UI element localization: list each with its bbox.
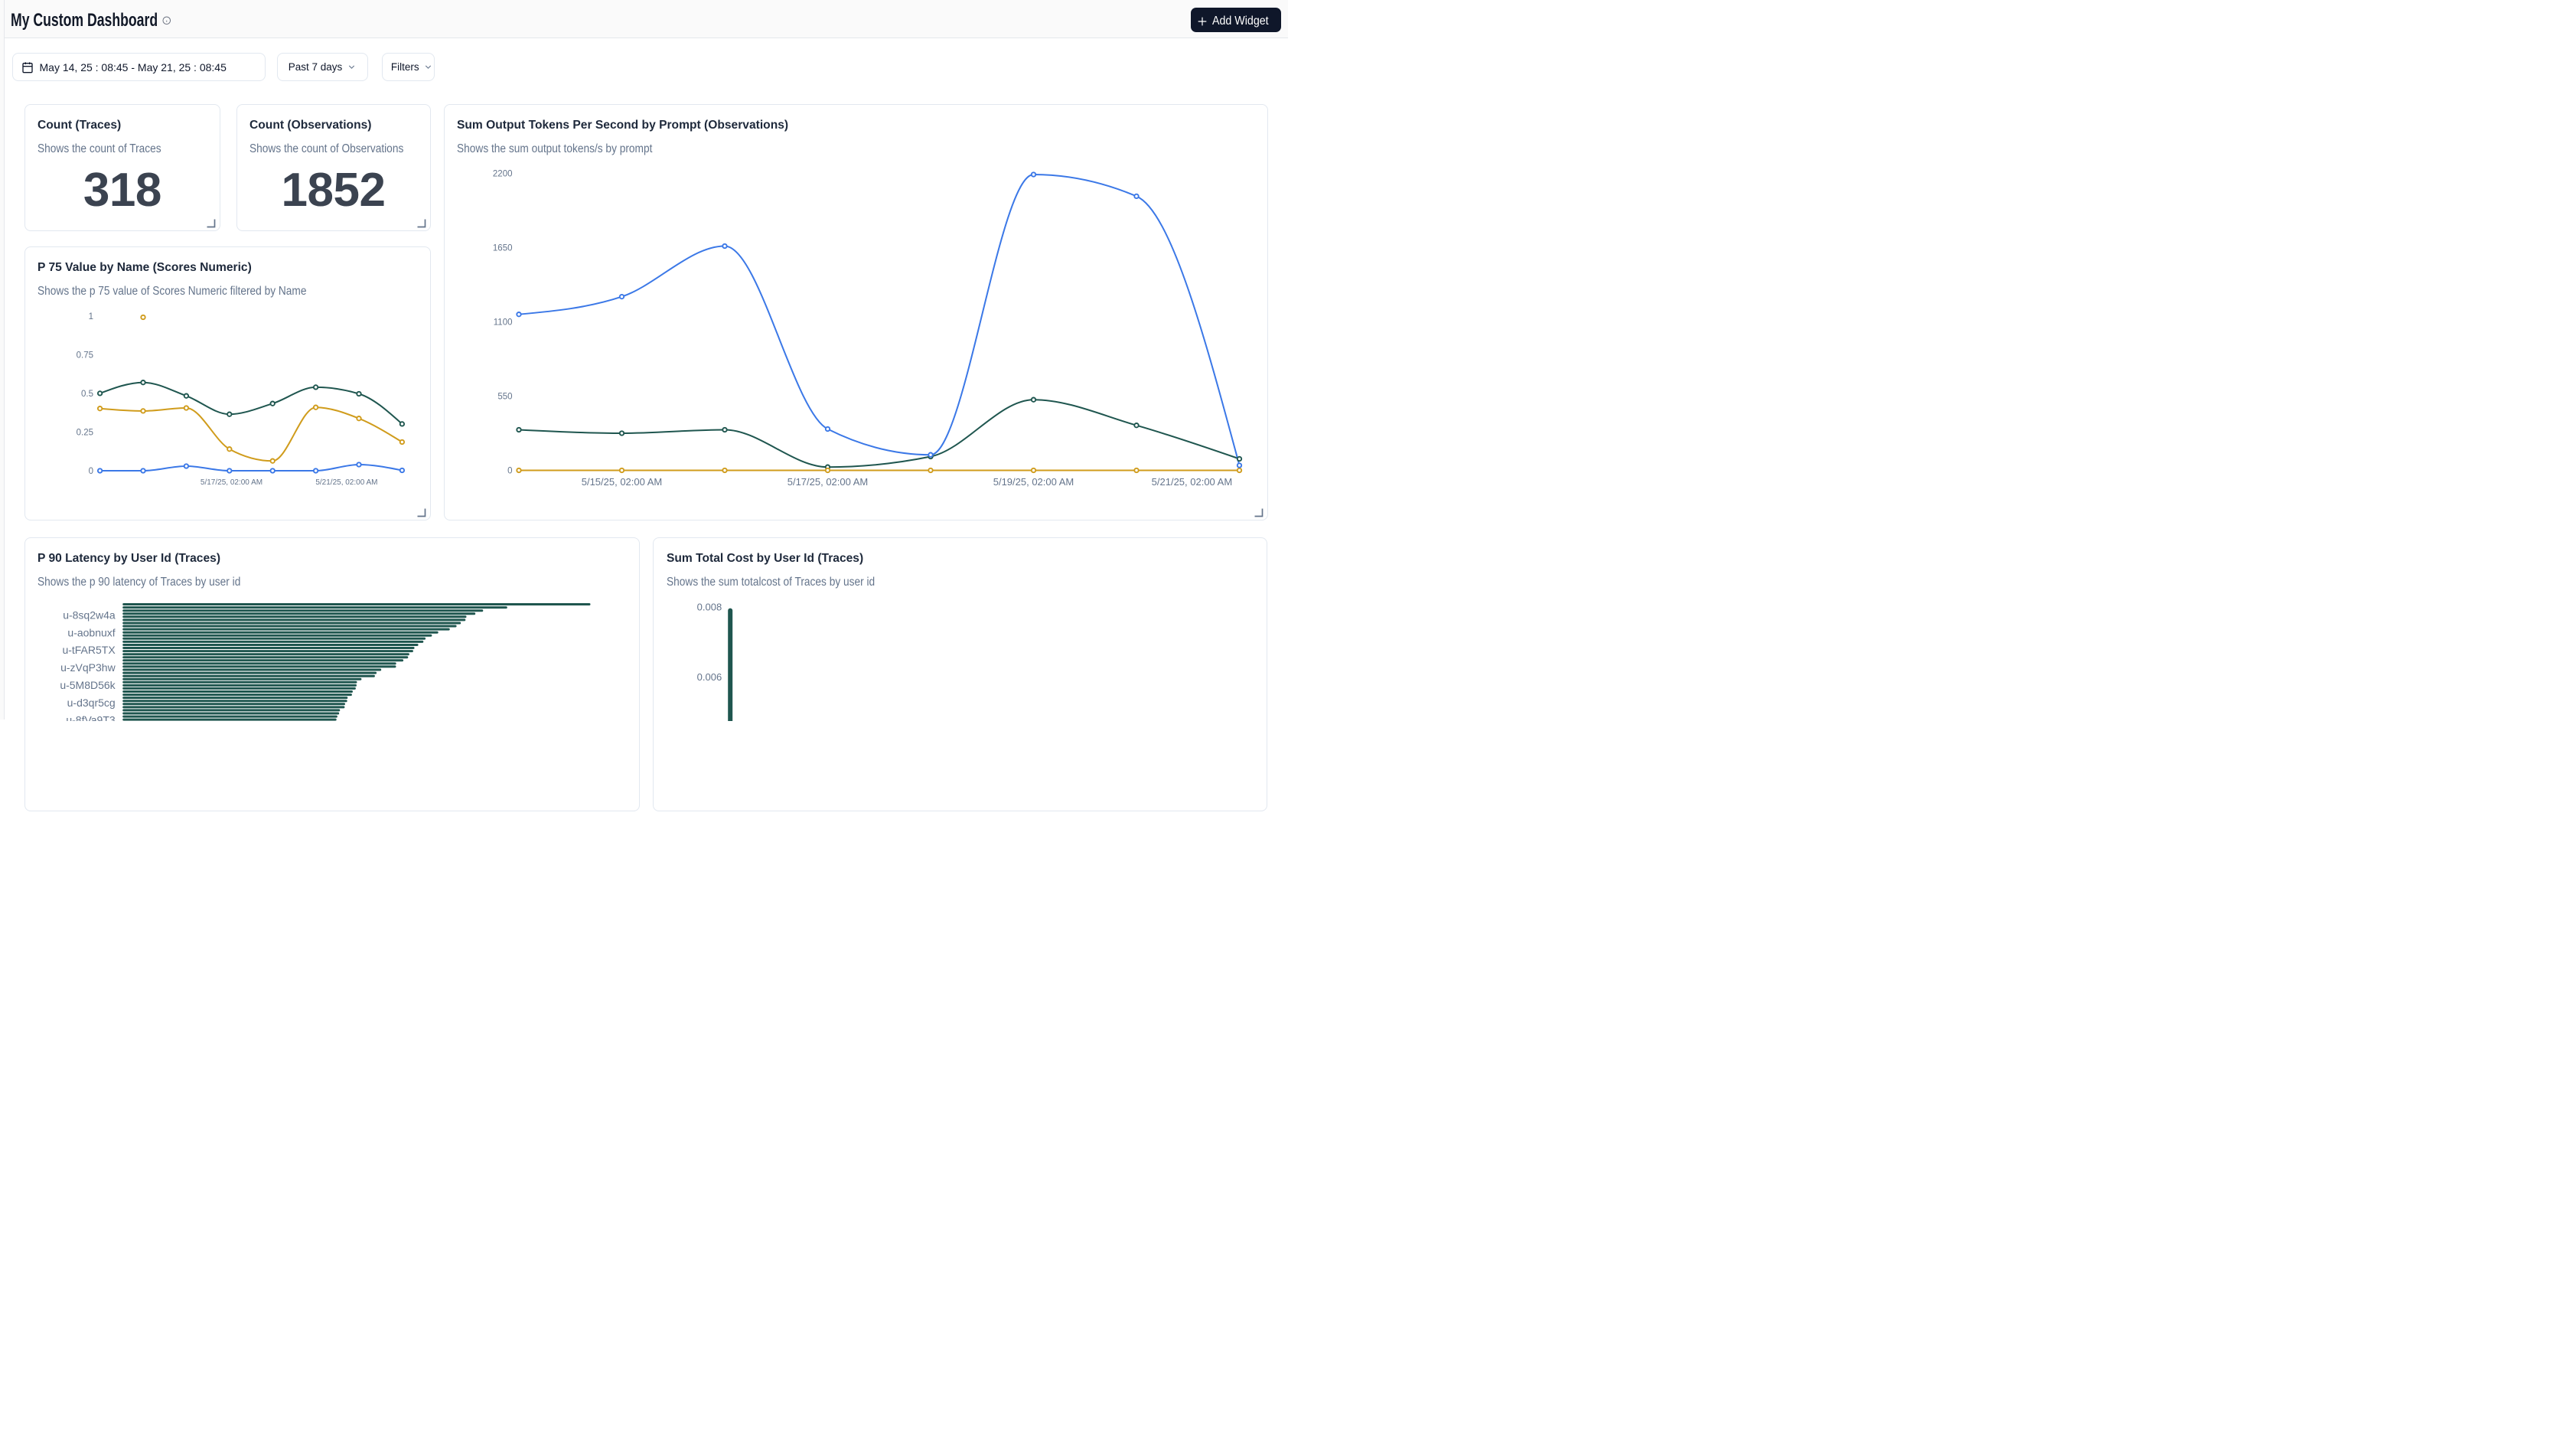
- svg-text:1100: 1100: [493, 318, 512, 327]
- svg-text:5/21/25, 02:00 AM: 5/21/25, 02:00 AM: [315, 478, 377, 487]
- svg-text:0.006: 0.006: [697, 671, 722, 683]
- svg-text:5/17/25, 02:00 AM: 5/17/25, 02:00 AM: [200, 478, 262, 487]
- svg-text:0: 0: [507, 466, 512, 475]
- svg-text:0: 0: [88, 467, 93, 476]
- svg-text:u-d3qr5cg: u-d3qr5cg: [67, 697, 115, 709]
- svg-text:1: 1: [88, 312, 93, 321]
- svg-text:5/15/25, 02:00 AM: 5/15/25, 02:00 AM: [581, 476, 662, 488]
- svg-text:0.75: 0.75: [76, 351, 93, 360]
- svg-text:550: 550: [497, 392, 512, 401]
- svg-text:u-8fVa9T3: u-8fVa9T3: [66, 713, 116, 720]
- svg-text:1650: 1650: [492, 243, 512, 253]
- svg-text:u-aobnuxf: u-aobnuxf: [67, 626, 115, 638]
- svg-text:0.25: 0.25: [76, 428, 93, 437]
- svg-text:u-5M8D56k: u-5M8D56k: [60, 679, 116, 691]
- svg-text:5/17/25, 02:00 AM: 5/17/25, 02:00 AM: [787, 476, 868, 488]
- svg-text:0.5: 0.5: [81, 390, 93, 399]
- svg-text:u-tFAR5TX: u-tFAR5TX: [62, 644, 116, 656]
- svg-text:2200: 2200: [492, 169, 512, 178]
- svg-text:0.008: 0.008: [697, 601, 722, 612]
- svg-text:u-zVqP3hw: u-zVqP3hw: [60, 661, 116, 674]
- svg-text:5/21/25, 02:00 AM: 5/21/25, 02:00 AM: [1151, 476, 1232, 488]
- svg-text:u-8sq2w4a: u-8sq2w4a: [63, 609, 116, 621]
- svg-text:5/19/25, 02:00 AM: 5/19/25, 02:00 AM: [993, 476, 1074, 488]
